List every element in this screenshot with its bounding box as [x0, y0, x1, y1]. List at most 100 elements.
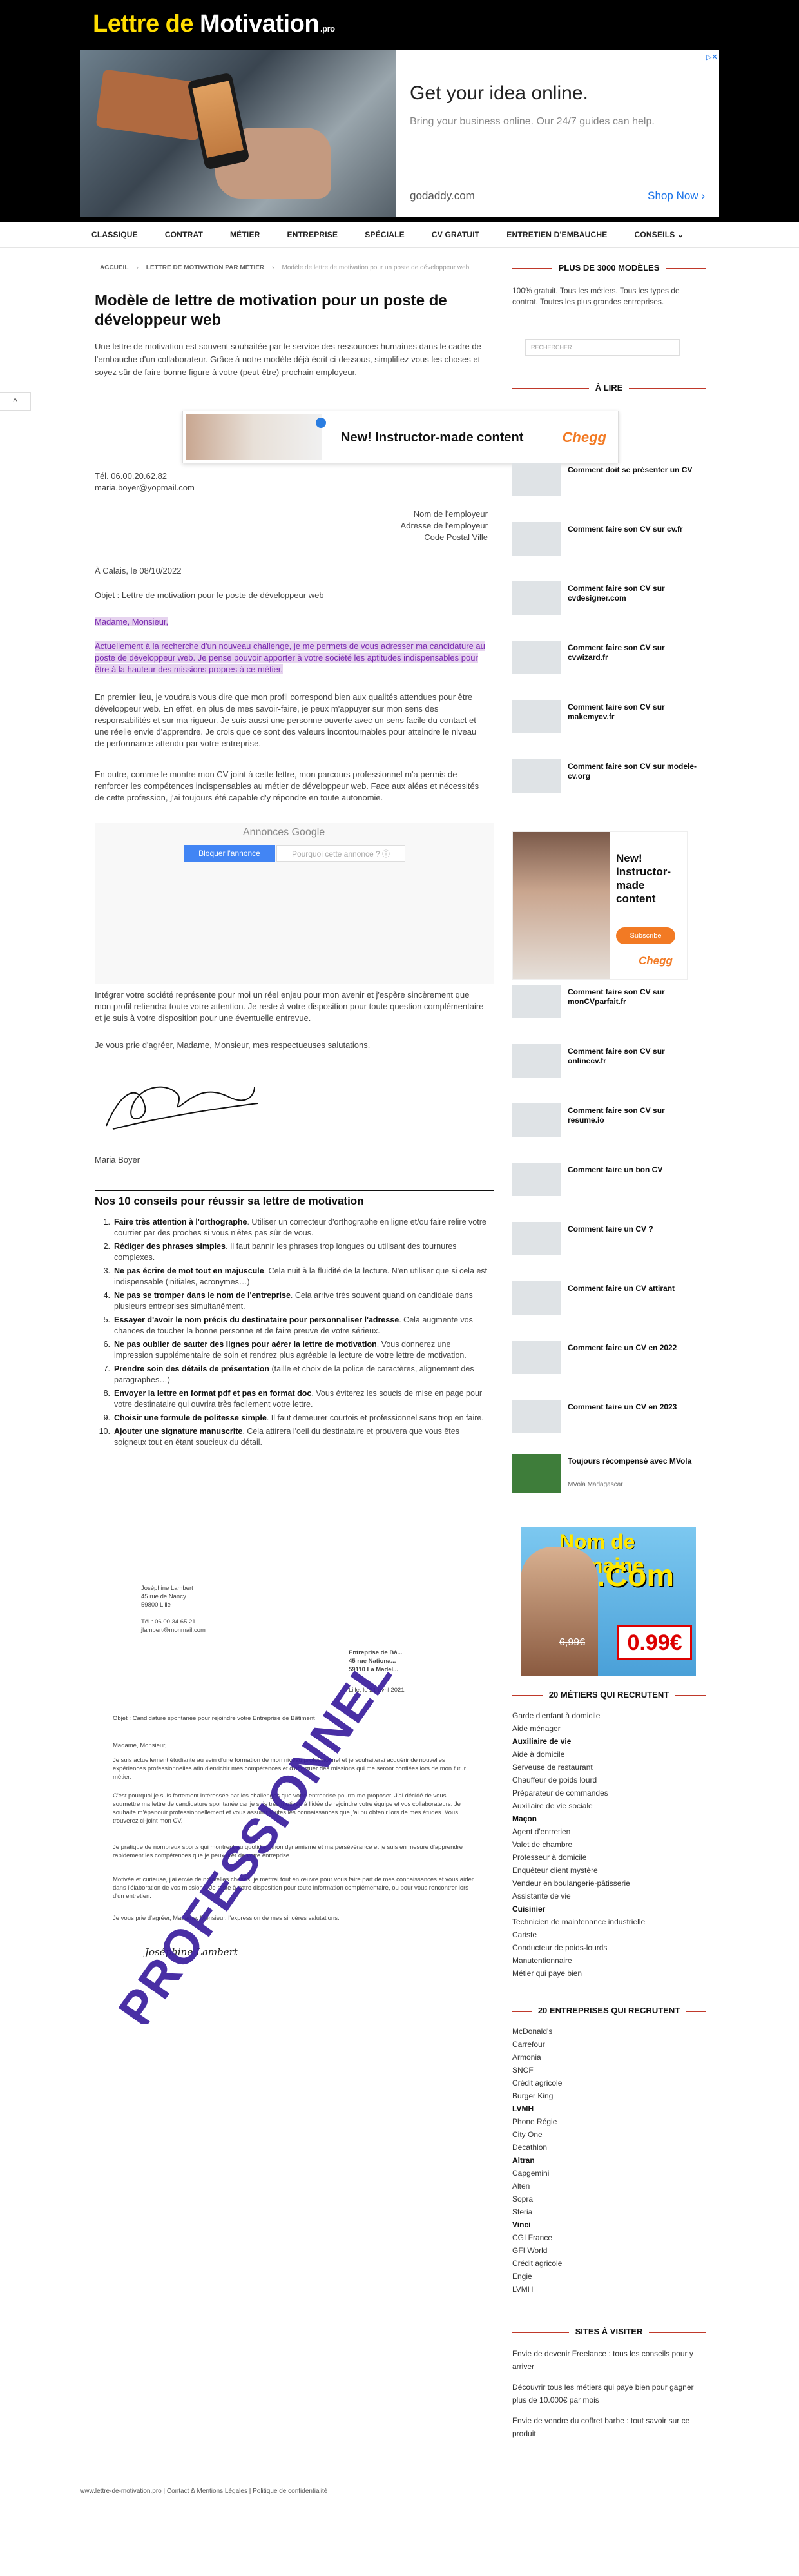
nav-item-cv-gratuit[interactable]: CV GRATUIT	[432, 230, 479, 239]
intro-text: Une lettre de motivation est souvent sou…	[95, 342, 481, 377]
list-link[interactable]: Alten	[512, 2180, 706, 2193]
letter-object: Objet : Lettre de motivation pour le pos…	[95, 590, 324, 600]
list-link[interactable]: Agent d'entretien	[512, 1825, 706, 1838]
nav-item-speciale[interactable]: SPÉCIALE	[365, 230, 405, 239]
sidebar-article[interactable]: Comment faire son CV sur cv.fr	[512, 522, 706, 556]
breadcrumb-current: Modèle de lettre de motivation pour un p…	[282, 264, 470, 271]
subscribe-button[interactable]: Subscribe	[616, 927, 675, 944]
sites-title: SITES À VISITER	[512, 2327, 706, 2336]
list-link[interactable]: Aide à domicile	[512, 1748, 706, 1761]
list-link[interactable]: Enquêteur client mystère	[512, 1864, 706, 1877]
list-link[interactable]: Aide ménager	[512, 1722, 706, 1735]
tip-item: Rédiger des phrases simples. Il faut ban…	[95, 1241, 457, 1262]
letter-phone: Tél. 06.00.20.62.82	[95, 471, 168, 481]
list-link[interactable]: Decathlon	[512, 2141, 706, 2154]
list-link[interactable]: Vinci	[512, 2218, 706, 2231]
sidebar-article[interactable]: Comment faire un CV en 2022	[512, 1341, 706, 1374]
list-link[interactable]: Serveuse de restaurant	[512, 1761, 706, 1774]
why-this-ad-button[interactable]: Pourquoi cette annonce ? ⓘ	[276, 845, 405, 862]
list-link[interactable]: Valet de chambre	[512, 1838, 706, 1851]
list-link[interactable]: Steria	[512, 2205, 706, 2218]
example-body-4: Motivée et curieuse, j'ai envie de nouve…	[113, 1876, 474, 1900]
ad-shop-now-link[interactable]: Shop Now ›	[648, 189, 705, 202]
list-link[interactable]: Crédit agricole	[512, 2257, 706, 2270]
breadcrumb-category[interactable]: LETTRE DE MOTIVATION PAR MÉTIER	[146, 264, 264, 271]
sidebar-ad[interactable]: New! Instructor-made content Subscribe C…	[512, 831, 688, 980]
site-logo[interactable]: Lettre de Motivation .pro	[93, 10, 335, 38]
nav-item-metier[interactable]: MÉTIER	[230, 230, 260, 239]
sidebar-article[interactable]: Comment faire son CV sur resume.io	[512, 1103, 706, 1137]
sidebar-article[interactable]: Comment faire son CV sur onlinecv.fr	[512, 1044, 706, 1078]
list-link[interactable]: Auxiliaire de vie	[512, 1735, 706, 1748]
list-link[interactable]: LVMH	[512, 2283, 706, 2296]
list-link[interactable]: Capgemini	[512, 2167, 706, 2180]
site-link[interactable]: Envie de devenir Freelance : tous les co…	[512, 2347, 706, 2373]
list-link[interactable]: Engie	[512, 2270, 706, 2283]
sidebar-article[interactable]: Comment faire son CV sur cvwizard.fr	[512, 641, 706, 674]
list-link[interactable]: Technicien de maintenance industrielle	[512, 1915, 706, 1928]
sidebar-article[interactable]: Comment faire un CV ?	[512, 1222, 706, 1255]
list-link[interactable]: GFI World	[512, 2244, 706, 2257]
nav-item-classique[interactable]: CLASSIQUE	[91, 230, 138, 239]
sidebar-article[interactable]: Comment faire son CV sur modele-cv.org	[512, 759, 706, 793]
list-link[interactable]: Maçon	[512, 1812, 706, 1825]
ad-body: Bring your business online. Our 24/7 gui…	[410, 116, 655, 127]
nav-item-conseils[interactable]: CONSEILS ⌄	[635, 230, 684, 239]
list-link[interactable]: McDonald's	[512, 2025, 706, 2038]
site-link[interactable]: Envie de vendre du coffret barbe : tout …	[512, 2414, 706, 2440]
example-letter-image: Joséphine Lambert 45 rue de Nancy 59800 Li…	[95, 1560, 494, 2024]
sidebar-article[interactable]: Comment faire son CV sur makemycv.fr	[512, 700, 706, 733]
main-content: ACCUEIL › LETTRE DE MOTIVATION PAR MÉTIER ›…	[95, 263, 494, 379]
list-link[interactable]: Burger King	[512, 2089, 706, 2102]
list-link[interactable]: Cariste	[512, 1928, 706, 1941]
list-link[interactable]: Métier qui paye bien	[512, 1967, 706, 1980]
nav-item-entreprise[interactable]: ENTREPRISE	[287, 230, 338, 239]
list-link[interactable]: Armonia	[512, 2051, 706, 2064]
ad-label: Annonces Google	[243, 827, 325, 838]
list-link[interactable]: Altran	[512, 2154, 706, 2167]
sidebar-article[interactable]: Comment faire son CV sur cvdesigner.com	[512, 581, 706, 615]
chegg-logo: Chegg	[639, 954, 673, 967]
list-link[interactable]: Auxiliaire de vie sociale	[512, 1799, 706, 1812]
list-link[interactable]: Garde d'enfant à domicile	[512, 1709, 706, 1722]
scroll-top-button[interactable]: ^	[0, 392, 31, 411]
nav-item-contrat[interactable]: CONTRAT	[165, 230, 203, 239]
list-link[interactable]: Préparateur de commandes	[512, 1787, 706, 1799]
list-link[interactable]: Crédit agricole	[512, 2077, 706, 2089]
list-link[interactable]: CGI France	[512, 2231, 706, 2244]
sidebar-article[interactable]: Comment faire un CV attirant	[512, 1281, 706, 1315]
top-banner-ad[interactable]: ▷✕ Get your idea online. Bring your busi…	[80, 50, 719, 217]
list-link[interactable]: Phone Régie	[512, 2115, 706, 2128]
list-link[interactable]: Carrefour	[512, 2038, 706, 2051]
letter-closing: Je vous prie d'agréer, Madame, Monsieur,…	[95, 1040, 371, 1050]
breadcrumb-home[interactable]: ACCUEIL	[100, 264, 128, 271]
list-link[interactable]: Professeur à domicile	[512, 1851, 706, 1864]
sidebar-article[interactable]: Comment faire son CV sur monCVparfait.fr	[512, 985, 706, 1018]
domain-ad[interactable]: Nom de domaine .Com 6,99€ 0.99€	[521, 1527, 696, 1676]
list-link[interactable]: Cuisinier	[512, 1903, 706, 1915]
list-link[interactable]: Conducteur de poids-lourds	[512, 1941, 706, 1954]
sidebar-article[interactable]: Comment doit se présenter un CV	[512, 463, 706, 496]
article-thumbnail	[512, 1400, 561, 1433]
list-link[interactable]: City One	[512, 2128, 706, 2141]
search-input[interactable]: RECHERCHER...	[525, 339, 680, 356]
footer-links[interactable]: www.lettre-de-motivation.pro | Contact &…	[80, 2488, 327, 2495]
site-link[interactable]: Découvrir tous les métiers qui paye bien…	[512, 2381, 706, 2407]
sidebar-article[interactable]: Comment faire un CV en 2023	[512, 1400, 706, 1433]
jobs-title: 20 MÉTIERS QUI RECRUTENT	[512, 1690, 706, 1700]
example-object: Objet : Candidature spontanée pour rejoi…	[113, 1715, 315, 1722]
list-link[interactable]: Sopra	[512, 2193, 706, 2205]
list-link[interactable]: LVMH	[512, 2102, 706, 2115]
list-link[interactable]: Manutentionnaire	[512, 1954, 706, 1967]
list-link[interactable]: SNCF	[512, 2064, 706, 2077]
nav-item-entretien[interactable]: ENTRETIEN D'EMBAUCHE	[506, 230, 607, 239]
list-link[interactable]: Assistante de vie	[512, 1890, 706, 1903]
list-link[interactable]: Vendeur en boulangerie-pâtisserie	[512, 1877, 706, 1890]
list-link[interactable]: Chauffeur de poids lourd	[512, 1774, 706, 1787]
block-ad-button[interactable]: Bloquer l'annonce	[184, 845, 275, 862]
sticky-ad[interactable]: New! Instructor-made content Chegg	[182, 411, 619, 463]
article-thumbnail	[512, 581, 561, 615]
ad-choices-icon[interactable]: ▷✕	[706, 53, 718, 62]
sponsored-article[interactable]: Toujours récompensé avec MVola MVola Mad…	[512, 1454, 706, 1506]
sidebar-article[interactable]: Comment faire un bon CV	[512, 1163, 706, 1196]
